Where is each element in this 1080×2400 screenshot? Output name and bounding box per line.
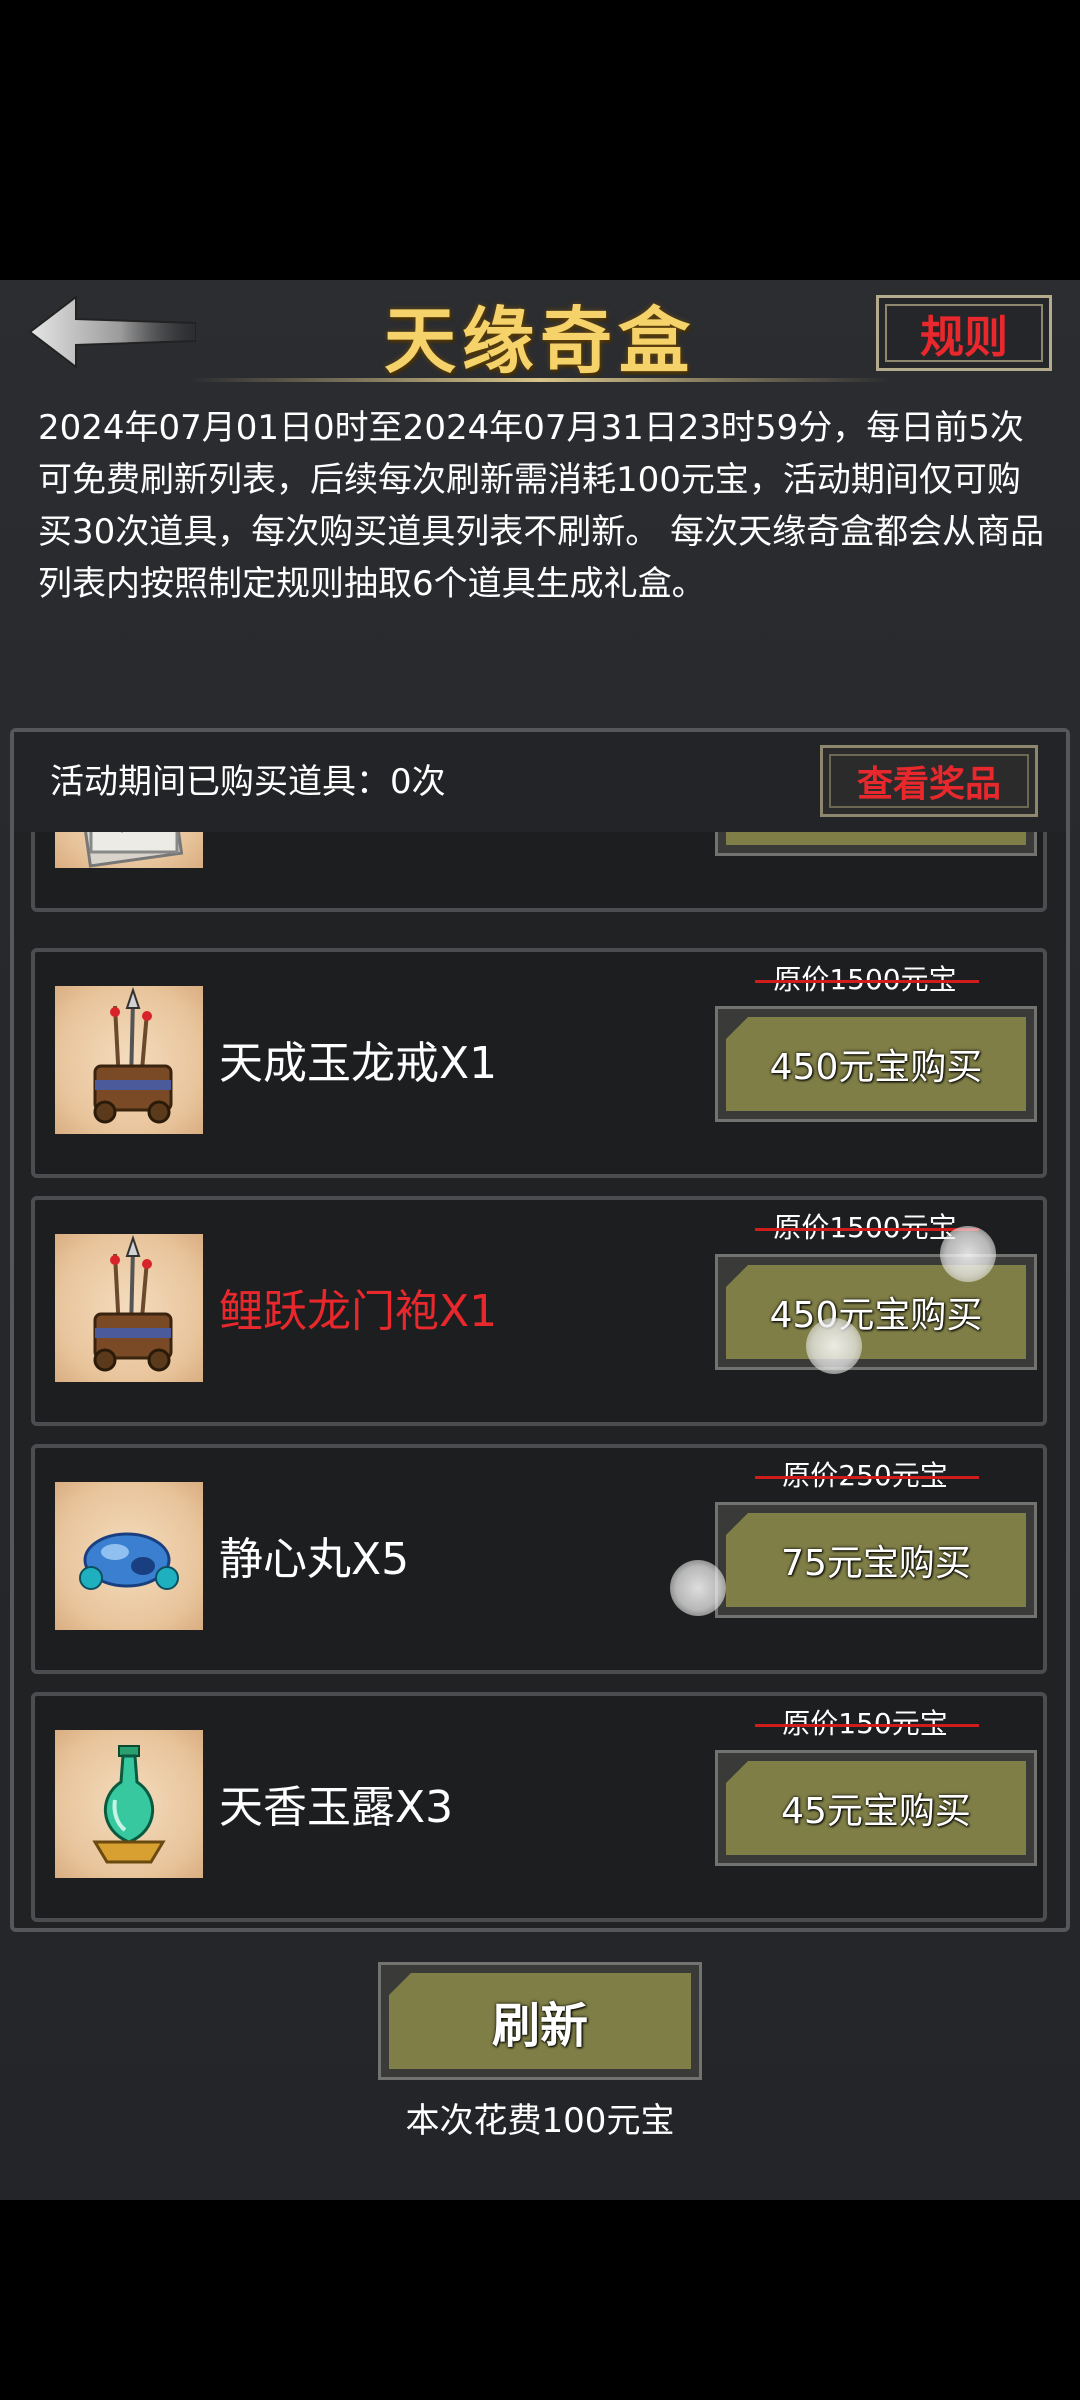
refresh-cost-label: 本次花费100元宝 (405, 2101, 675, 2141)
item-thumbnail (55, 1482, 203, 1630)
jade-vase-icon (92, 1745, 166, 1864)
item-thumbnail (55, 1234, 203, 1382)
item-name: 鲤跃龙门袍X1 (219, 1286, 498, 1337)
item-card: 天香玉露X3 原价150元宝 45元宝购买 (31, 1692, 1047, 1922)
blue-pill-icon (79, 1532, 179, 1590)
weapon-rack-icon (93, 986, 173, 1124)
buy-button[interactable]: 75元宝购买 (715, 1502, 1037, 1618)
view-prizes-button[interactable]: 查看奖品 (820, 745, 1038, 817)
purchase-count-label: 活动期间已购买道具：0次 (50, 762, 446, 802)
item-thumbnail (55, 986, 203, 1134)
item-card (31, 832, 1047, 912)
scroll-icon (74, 832, 184, 868)
buy-button[interactable]: 450元宝购买 (715, 1006, 1037, 1122)
item-thumbnail (55, 1730, 203, 1878)
item-card: 天成玉龙戒X1 原价1500元宝 450元宝购买 (31, 948, 1047, 1178)
touch-indicator (806, 1318, 862, 1374)
refresh-button-label: 刷新 (491, 1998, 588, 2054)
rules-button[interactable]: 规则 (876, 295, 1052, 371)
view-prizes-label: 查看奖品 (856, 764, 1001, 805)
item-name: 静心丸X5 (219, 1534, 410, 1585)
buy-button[interactable] (715, 832, 1037, 856)
buy-button-label: 75元宝购买 (781, 1543, 971, 1584)
price-strikethrough (755, 1724, 979, 1727)
event-description: 2024年07月01日0时至2024年07月31日23时59分，每日前5次可免费… (38, 408, 1045, 604)
price-strikethrough (755, 1476, 979, 1479)
rules-button-label: 规则 (920, 312, 1008, 363)
buy-button-label: 450元宝购买 (769, 1047, 983, 1088)
refresh-button[interactable]: 刷新 (378, 1962, 702, 2080)
item-list[interactable]: 天成玉龙戒X1 原价1500元宝 450元宝购买 鲤跃龙门袍X1 原价1500元… (14, 832, 1066, 1926)
item-thumbnail (55, 832, 203, 868)
price-strikethrough (755, 980, 979, 983)
buy-button-label (718, 832, 1034, 853)
title-underline (190, 378, 890, 382)
item-name: 天香玉露X3 (219, 1782, 454, 1833)
item-card: 静心丸X5 原价250元宝 75元宝购买 (31, 1444, 1047, 1674)
item-name: 天成玉龙戒X1 (219, 1038, 498, 1089)
buy-button[interactable]: 45元宝购买 (715, 1750, 1037, 1866)
touch-indicator (940, 1226, 996, 1282)
buy-button-label: 45元宝购买 (781, 1791, 971, 1832)
touch-indicator (670, 1560, 726, 1616)
price-strikethrough (755, 1228, 979, 1231)
item-card: 鲤跃龙门袍X1 原价1500元宝 450元宝购买 (31, 1196, 1047, 1426)
weapon-rack-icon (93, 1234, 173, 1372)
